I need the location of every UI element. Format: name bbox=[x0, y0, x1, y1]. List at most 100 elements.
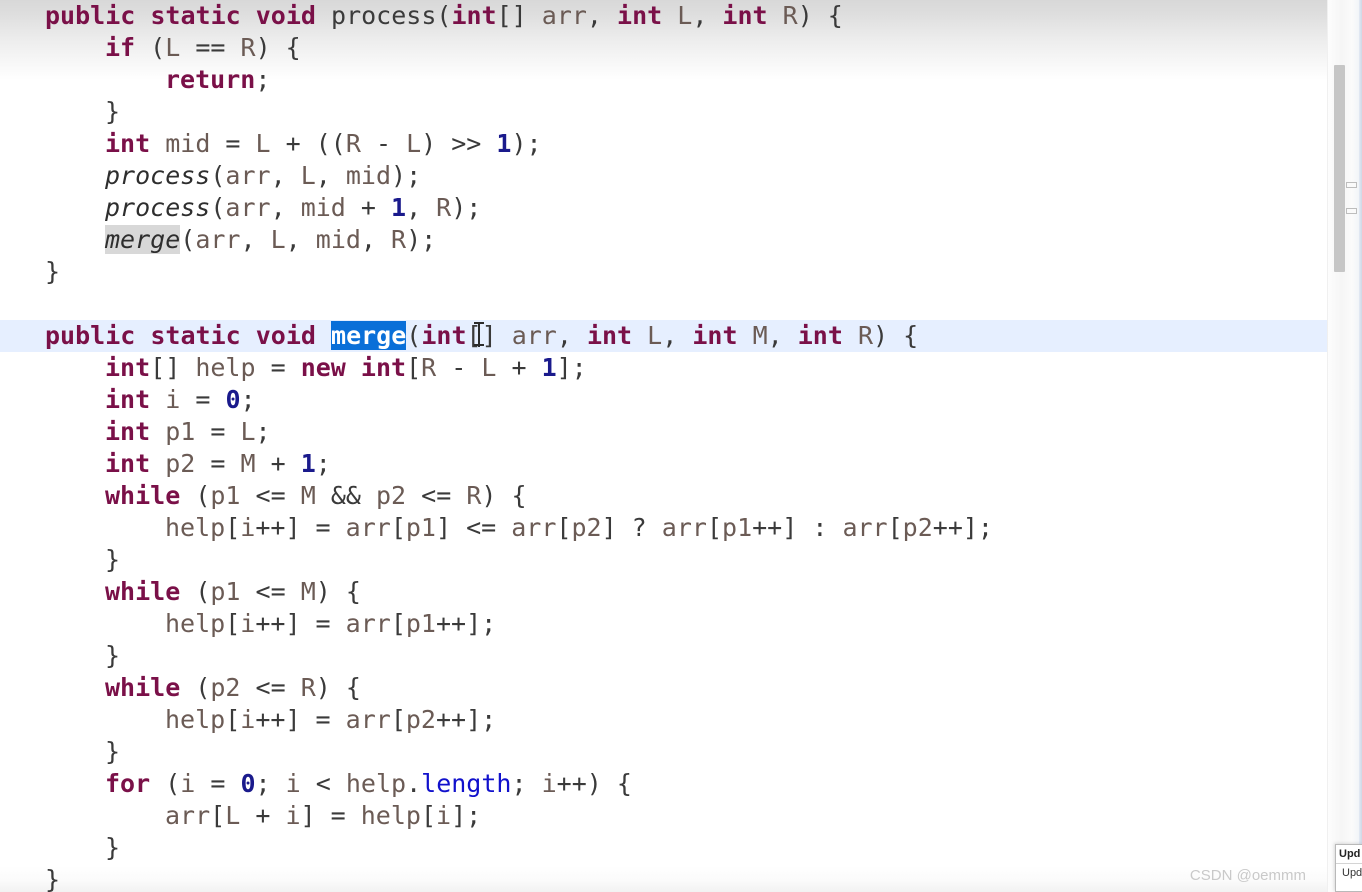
code-token: int bbox=[360, 353, 407, 382]
code-token: while bbox=[105, 673, 181, 702]
code-line[interactable]: process(arr, L, mid); bbox=[0, 160, 1362, 192]
code-token: } bbox=[105, 737, 121, 766]
code-token: = bbox=[195, 769, 241, 798]
code-token: i bbox=[285, 801, 301, 830]
code-line[interactable]: } bbox=[0, 256, 1362, 288]
code-line[interactable]: } bbox=[0, 832, 1362, 864]
code-line[interactable]: int p2 = M + 1; bbox=[0, 448, 1362, 480]
code-token: ( bbox=[135, 33, 166, 62]
code-line[interactable]: public static void merge(int[] arr, int … bbox=[0, 320, 1362, 352]
code-line[interactable]: int[] help = new int[R - L + 1]; bbox=[0, 352, 1362, 384]
code-token: p2 bbox=[902, 513, 933, 542]
code-line[interactable]: merge(arr, L, mid, R); bbox=[0, 224, 1362, 256]
code-token: [ bbox=[420, 801, 436, 830]
code-line[interactable]: while (p1 <= M) { bbox=[0, 576, 1362, 608]
code-token: int bbox=[105, 449, 151, 478]
code-token: merge bbox=[331, 321, 407, 350]
code-line[interactable]: if (L == R) { bbox=[0, 32, 1362, 64]
code-token: ; bbox=[511, 769, 542, 798]
update-popup-item[interactable]: Upd bbox=[1336, 864, 1362, 879]
code-line-text: int p2 = M + 1; bbox=[0, 449, 331, 478]
gutter-marker-icon[interactable] bbox=[1346, 182, 1357, 188]
code-line[interactable]: return; bbox=[0, 64, 1362, 96]
code-token: , bbox=[586, 1, 618, 30]
code-token: R bbox=[345, 129, 361, 158]
code-line[interactable]: help[i++] = arr[p1] <= arr[p2] ? arr[p1+… bbox=[0, 512, 1362, 544]
code-line-text: } bbox=[0, 641, 120, 670]
code-line[interactable]: process(arr, mid + 1, R); bbox=[0, 192, 1362, 224]
code-token: ( bbox=[180, 225, 196, 254]
code-line-text: int i = 0; bbox=[0, 385, 256, 414]
code-token: 1 bbox=[300, 449, 316, 478]
code-token: == bbox=[180, 33, 241, 62]
code-token: R bbox=[421, 353, 437, 382]
code-token: = bbox=[180, 385, 226, 414]
code-token: ; bbox=[240, 385, 256, 414]
code-token: while bbox=[105, 481, 181, 510]
code-token: } bbox=[105, 545, 121, 574]
gutter-marker-icon[interactable] bbox=[1346, 208, 1357, 214]
code-token: ( bbox=[150, 769, 181, 798]
code-token: arr bbox=[345, 609, 391, 638]
code-line[interactable]: for (i = 0; i < help.length; i++) { bbox=[0, 768, 1362, 800]
code-line[interactable]: } bbox=[0, 96, 1362, 128]
code-token: while bbox=[105, 577, 181, 606]
code-token: help bbox=[165, 513, 226, 542]
code-token: ) { bbox=[255, 33, 301, 62]
code-token: + bbox=[345, 193, 391, 222]
code-token: } bbox=[45, 865, 61, 892]
code-token: , bbox=[406, 193, 437, 222]
code-token: + bbox=[496, 353, 542, 382]
code-token: L bbox=[647, 321, 663, 350]
code-line[interactable]: help[i++] = arr[p1++]; bbox=[0, 608, 1362, 640]
update-notification-popup[interactable]: Upd Upd bbox=[1335, 844, 1362, 892]
code-editor[interactable]: public static void process(int[] arr, in… bbox=[0, 0, 1362, 892]
code-line[interactable]: public static void process(int[] arr, in… bbox=[0, 0, 1362, 32]
code-line[interactable]: help[i++] = arr[p2++]; bbox=[0, 704, 1362, 736]
code-line[interactable]: } bbox=[0, 640, 1362, 672]
code-token: mid bbox=[165, 129, 211, 158]
code-token: arr bbox=[511, 321, 557, 350]
code-token: arr bbox=[345, 513, 391, 542]
code-token: i bbox=[180, 769, 196, 798]
code-token: int bbox=[617, 1, 663, 30]
code-token: L bbox=[406, 129, 422, 158]
code-token: , bbox=[240, 225, 271, 254]
code-token: + (( bbox=[270, 129, 346, 158]
code-line[interactable]: } bbox=[0, 864, 1362, 892]
code-line[interactable]: arr[L + i] = help[i]; bbox=[0, 800, 1362, 832]
code-token: <= bbox=[240, 673, 301, 702]
code-line[interactable]: int p1 = L; bbox=[0, 416, 1362, 448]
code-token: L bbox=[481, 353, 497, 382]
code-line[interactable]: while (p1 <= M && p2 <= R) { bbox=[0, 480, 1362, 512]
code-token: ( bbox=[210, 161, 226, 190]
code-token: int bbox=[421, 321, 467, 350]
code-token: public bbox=[45, 1, 136, 30]
code-line[interactable]: int i = 0; bbox=[0, 384, 1362, 416]
code-line-text: arr[L + i] = help[i]; bbox=[0, 801, 481, 830]
code-line[interactable]: } bbox=[0, 736, 1362, 768]
code-token: R bbox=[857, 321, 874, 350]
code-token: arr bbox=[661, 513, 707, 542]
code-line[interactable]: int mid = L + ((R - L) >> 1); bbox=[0, 128, 1362, 160]
code-token: public bbox=[45, 321, 136, 350]
update-popup-title: Upd bbox=[1339, 848, 1361, 860]
code-line[interactable] bbox=[0, 288, 1362, 320]
code-line[interactable]: while (p2 <= R) { bbox=[0, 672, 1362, 704]
code-token: L bbox=[255, 129, 271, 158]
vertical-scrollbar[interactable] bbox=[1327, 0, 1362, 892]
code-token: ]; bbox=[556, 353, 587, 382]
code-token: arr bbox=[195, 225, 241, 254]
code-content-area[interactable]: public static void process(int[] arr, in… bbox=[0, 0, 1362, 892]
scrollbar-thumb[interactable] bbox=[1334, 65, 1345, 272]
code-token: help bbox=[165, 609, 226, 638]
code-line[interactable]: } bbox=[0, 544, 1362, 576]
code-token: L bbox=[240, 417, 256, 446]
code-line-text: while (p2 <= R) { bbox=[0, 673, 361, 702]
code-line-text: } bbox=[0, 257, 60, 286]
